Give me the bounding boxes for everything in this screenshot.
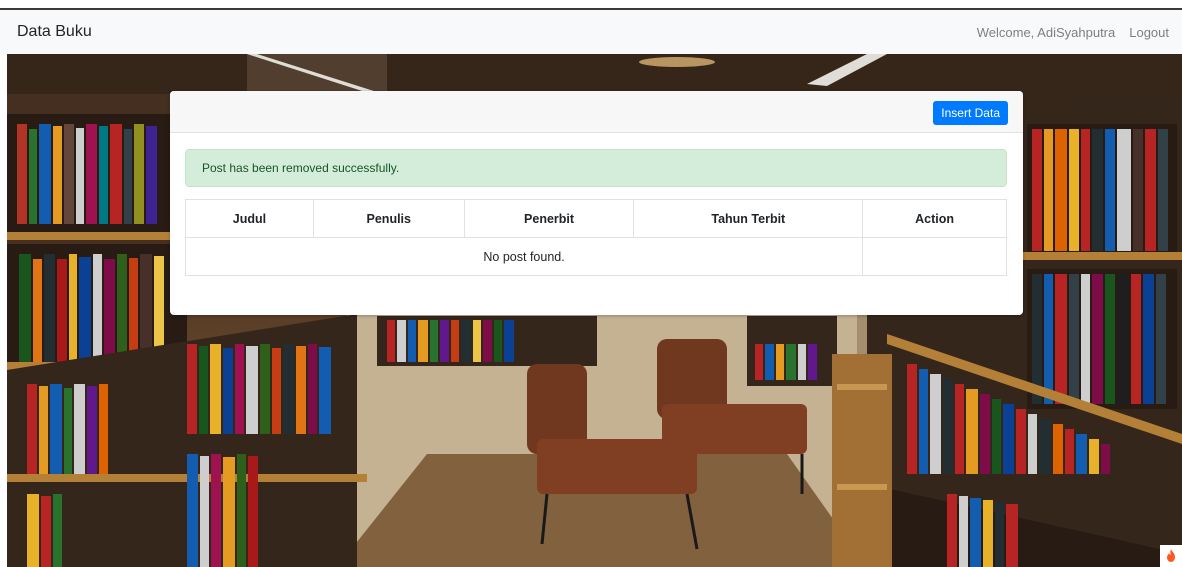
table-header-row: Judul Penulis Penerbit Tahun Terbit Acti…	[185, 199, 1007, 238]
column-header-penulis: Penulis	[312, 199, 465, 238]
navbar-right: Welcome, AdiSyahputra Logout	[977, 25, 1169, 40]
empty-action-cell	[862, 237, 1007, 276]
top-navbar: Data Buku Welcome, AdiSyahputra Logout	[0, 8, 1182, 54]
data-card: Insert Data Post has been removed succes…	[170, 91, 1023, 315]
column-header-action: Action	[862, 199, 1007, 238]
logout-link[interactable]: Logout	[1129, 25, 1169, 40]
flame-icon[interactable]	[1160, 545, 1182, 567]
column-header-penerbit: Penerbit	[463, 199, 635, 238]
books-table: Judul Penulis Penerbit Tahun Terbit Acti…	[184, 199, 1007, 276]
column-header-tahun-terbit: Tahun Terbit	[633, 199, 864, 238]
empty-table-message: No post found.	[184, 237, 864, 276]
success-alert: Post has been removed successfully.	[185, 149, 1007, 187]
navbar-brand[interactable]: Data Buku	[17, 23, 92, 41]
welcome-text: Welcome, AdiSyahputra	[976, 24, 1116, 40]
card-header: Insert Data	[170, 91, 1023, 133]
insert-data-button[interactable]: Insert Data	[933, 101, 1008, 125]
column-header-judul: Judul	[185, 199, 314, 238]
table-row: No post found.	[184, 237, 1007, 276]
